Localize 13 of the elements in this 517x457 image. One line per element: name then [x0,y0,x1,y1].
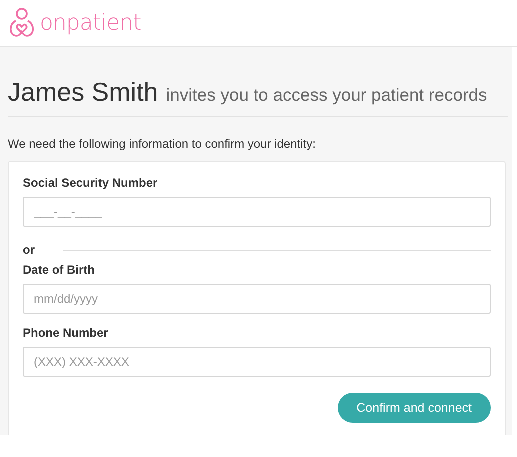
input-field[interactable]: mm/dd/yyyy [23,284,491,314]
brand-name: onpatient [40,10,142,36]
invite-text: invites you to access your patient records [166,85,488,106]
input-field[interactable]: ___-__-____ [23,197,491,227]
or-text: or [23,243,35,257]
intro-text: We need the following information to confirm your identity: [8,137,317,151]
field-label: Social Security Number [23,176,159,190]
logo-icon [8,8,36,38]
field-label: Date of Birth [23,263,96,277]
field-label: Phone Number [23,326,110,340]
confirm-button[interactable]: Confirm and connect [338,393,491,423]
input-field[interactable]: (XXX) XXX-XXXX [23,347,491,377]
inviter-name: James Smith [8,77,158,108]
